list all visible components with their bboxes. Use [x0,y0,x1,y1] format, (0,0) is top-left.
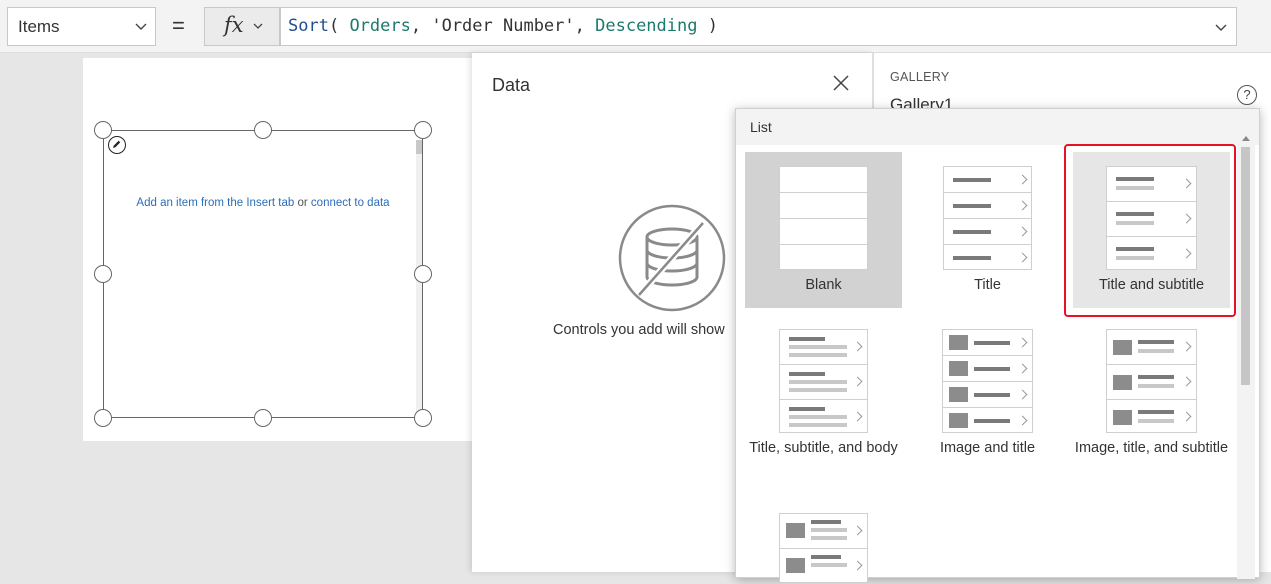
layout-tile-label: Title, subtitle, and body [749,440,898,456]
layout-preview [779,329,868,433]
data-pane-hint: Controls you add will show [553,322,725,338]
layout-tile-title-subtitle-body[interactable]: Title, subtitle, and body [745,327,902,487]
expand-formula-icon[interactable] [1214,20,1228,34]
formula-arg-source: Orders [349,16,411,36]
connect-data-link[interactable]: connect to data [311,197,390,209]
flyout-category-title: List [750,119,772,135]
layout-preview [779,166,868,270]
formula-arg-order: Descending [595,16,698,36]
gallery-control[interactable] [103,130,423,418]
resize-handle-left[interactable] [94,265,112,283]
scrollbar-thumb[interactable] [416,140,422,154]
chevron-down-icon [135,23,147,30]
property-dropdown-value: Items [18,17,60,36]
scroll-up-arrow-icon[interactable] [1242,136,1250,141]
flyout-header: List [736,109,1259,145]
layout-preview [943,166,1032,270]
layout-tile-image-title-subtitle[interactable]: Image, title, and subtitle [1073,327,1230,487]
layout-tile-label: Blank [805,277,842,293]
insert-tab-link[interactable]: Add an item from the Insert tab [136,197,294,209]
layout-tile-blank[interactable]: Blank [745,152,902,308]
layout-tile-label: Title [974,277,1001,293]
layout-tile-label: Image and title [939,440,1036,456]
layout-tile-label: Image, title, and subtitle [1074,440,1229,456]
layout-preview [1106,329,1197,433]
gallery-empty-message: Add an item from the Insert tab or conne… [104,197,422,209]
property-dropdown[interactable]: Items [7,7,156,46]
formula-arg-column: 'Order Number' [431,16,575,36]
chevron-down-icon [253,23,263,29]
layout-preview [942,329,1033,433]
layout-tile-image-title-subtitle-body[interactable] [745,509,902,583]
resize-handle-bottom-left[interactable] [94,409,112,427]
formula-paren-open: ( [328,16,350,36]
control-type-label: GALLERY [890,70,950,84]
close-icon[interactable] [832,74,850,92]
formula-function: Sort [288,16,329,36]
no-data-source-icon [618,204,726,312]
equals-sign: = [172,13,185,38]
flyout-scrollbar[interactable] [1237,129,1255,579]
formula-paren-close: ) [697,16,718,36]
highlight-outline [1064,144,1236,317]
resize-handle-top-right[interactable] [414,121,432,139]
formula-bar: Items = fx Sort( Orders, 'Order Number',… [0,0,1271,53]
data-pane-title: Data [492,75,531,95]
gallery-msg-or: or [294,197,311,209]
resize-handle-top[interactable] [254,121,272,139]
layout-preview [779,513,868,583]
help-icon[interactable]: ? [1237,85,1257,105]
resize-handle-bottom[interactable] [254,409,272,427]
function-button[interactable]: fx [204,7,280,46]
formula-separator: , [410,16,432,36]
layout-flyout: List Blank Title Title and subtitle Titl… [735,108,1260,583]
resize-handle-bottom-right[interactable] [414,409,432,427]
formula-separator: , [574,16,596,36]
resize-handle-right[interactable] [414,265,432,283]
edit-pencil-icon[interactable] [108,136,126,154]
layout-tile-title[interactable]: Title [909,152,1066,308]
layout-tile-image-and-title[interactable]: Image and title [909,327,1066,487]
scrollbar-thumb[interactable] [1241,147,1250,385]
resize-handle-top-left[interactable] [94,121,112,139]
formula-input[interactable]: Sort( Orders, 'Order Number', Descending… [280,7,1237,46]
fx-icon: fx [224,13,244,37]
